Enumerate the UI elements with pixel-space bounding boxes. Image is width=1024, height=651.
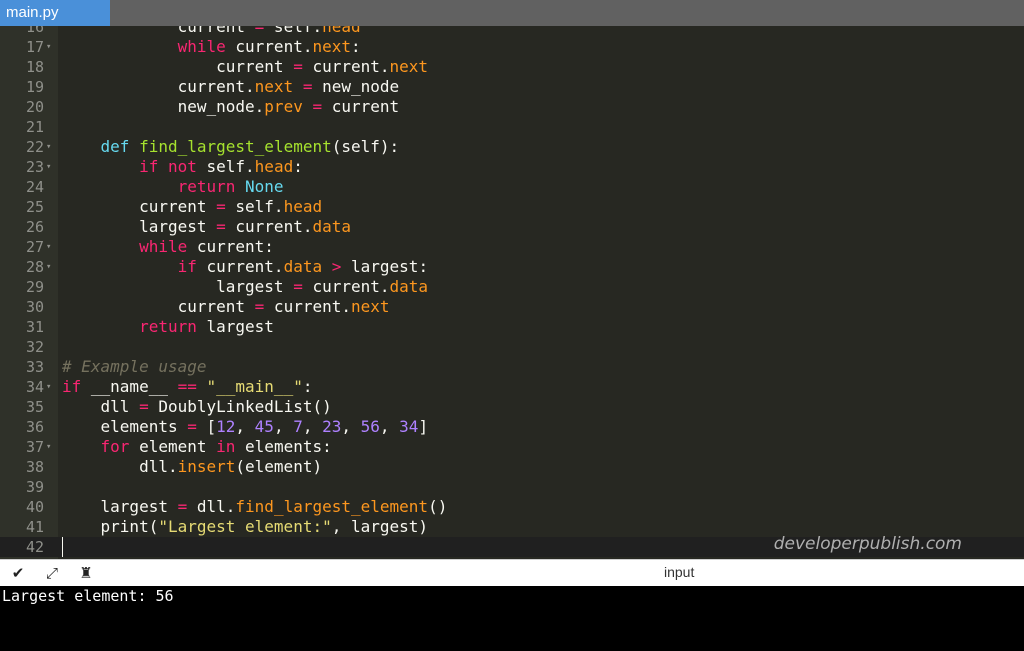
code-line: 38 dll.insert(element) [0,457,1024,477]
text-cursor [62,537,63,557]
code-line: 31 return largest [0,317,1024,337]
line-number: 30 [25,298,44,316]
code-text: if current.data > largest: [177,257,429,276]
code-line: 28 ▾ if current.data > largest: [0,257,1024,277]
code-editor[interactable]: 16 current = self.head 17 ▾ while current.… [0,26,1024,559]
code-line: 34 ▾ if __name__ == "__main__": [0,377,1024,397]
code-line: 32 [0,337,1024,357]
code-line: 16 current = self.head [0,26,1024,37]
broom-icon[interactable]: ♜ [76,564,96,582]
fold-arrow-icon[interactable]: ▾ [46,137,51,157]
code-text: largest = dll.find_largest_element() [62,497,448,516]
line-number: 27 [25,238,44,256]
output-toolbar: ✔ ⤢ ♜ input [0,559,1024,587]
console-output-text: Largest element: 56 [2,587,174,605]
code-text: elements = [12, 45, 7, 23, 56, 34] [62,417,429,436]
code-line: 21 [0,117,1024,137]
code-text: new_node.prev = current [62,97,400,116]
code-text: while current: [139,237,274,256]
output-console[interactable]: Largest element: 56 [0,586,1024,651]
code-line: 27 ▾ while current: [0,237,1024,257]
fold-arrow-icon[interactable]: ▾ [46,237,51,257]
code-line: 40 largest = dll.find_largest_element() [0,497,1024,517]
code-text: def find_largest_element(self): [100,137,400,156]
line-number: 21 [25,118,44,136]
code-text: dll.insert(element) [62,457,323,476]
line-number: 28 [25,258,44,276]
fold-arrow-icon[interactable]: ▾ [46,157,51,177]
code-text: current = current.next [62,57,429,76]
code-text: current = self.head [62,26,361,36]
line-number: 22 [25,138,44,156]
line-number: 42 [25,538,44,556]
fold-arrow-icon[interactable]: ▾ [46,377,51,397]
code-line: 20 new_node.prev = current [0,97,1024,117]
line-number: 29 [25,278,44,296]
code-line: 23 ▾ if not self.head: [0,157,1024,177]
tab-main-py[interactable]: main.py [0,0,110,26]
code-text: dll = DoublyLinkedList() [62,397,332,416]
code-line: 18 current = current.next [0,57,1024,77]
line-number: 17 [25,38,44,56]
code-line: 35 dll = DoublyLinkedList() [0,397,1024,417]
code-text: current.next = new_node [62,77,400,96]
code-line: 24 return None [0,177,1024,197]
code-line: 26 largest = current.data [0,217,1024,237]
line-number: 25 [25,198,44,216]
line-number: 40 [25,498,44,516]
code-line: 39 [0,477,1024,497]
line-number: 38 [25,458,44,476]
fold-arrow-icon[interactable]: ▾ [46,437,51,457]
line-number: 23 [25,158,44,176]
code-text: print("Largest element:", largest) [62,517,429,536]
line-number: 16 [25,26,44,36]
code-line: 29 largest = current.data [0,277,1024,297]
code-text: for element in elements: [100,437,332,456]
code-text: while current.next: [177,37,361,56]
line-number: 20 [25,98,44,116]
line-number: 41 [25,518,44,536]
code-text: if not self.head: [139,157,303,176]
code-line: 25 current = self.head [0,197,1024,217]
code-text: if __name__ == "__main__": [62,377,313,396]
line-number: 24 [25,178,44,196]
fold-arrow-icon[interactable]: ▾ [46,257,51,277]
code-text: largest = current.data [62,217,351,236]
code-line: 33 # Example usage [0,357,1024,377]
code-text: current = self.head [62,197,323,216]
line-number: 26 [25,218,44,236]
line-number: 18 [25,58,44,76]
line-number: 34 [25,378,44,396]
watermark: developerpublish.com [773,534,962,554]
tab-bar: main.py [0,0,1024,26]
line-number: 36 [25,418,44,436]
code-text: return largest [139,317,274,336]
line-number: 31 [25,318,44,336]
code-line: 22 ▾ def find_largest_element(self): [0,137,1024,157]
input-label: input [664,564,695,580]
code-text: # Example usage [62,357,207,376]
line-number: 35 [25,398,44,416]
line-number: 37 [25,438,44,456]
code-line: 37 ▾ for element in elements: [0,437,1024,457]
fold-arrow-icon[interactable]: ▾ [46,37,51,57]
code-text: return None [177,177,284,196]
line-number: 33 [25,358,44,376]
code-line: 17 ▾ while current.next: [0,37,1024,57]
line-number: 39 [25,478,44,496]
code-line: 19 current.next = new_node [0,77,1024,97]
expand-arrows-icon[interactable]: ⤢ [42,564,62,582]
line-number: 19 [25,78,44,96]
code-line: 36 elements = [12, 45, 7, 23, 56, 34] [0,417,1024,437]
code-text: current = current.next [62,297,390,316]
line-number: 32 [25,338,44,356]
code-text: largest = current.data [62,277,429,296]
chevron-down-icon[interactable]: ✔ [8,564,28,582]
code-line: 30 current = current.next [0,297,1024,317]
